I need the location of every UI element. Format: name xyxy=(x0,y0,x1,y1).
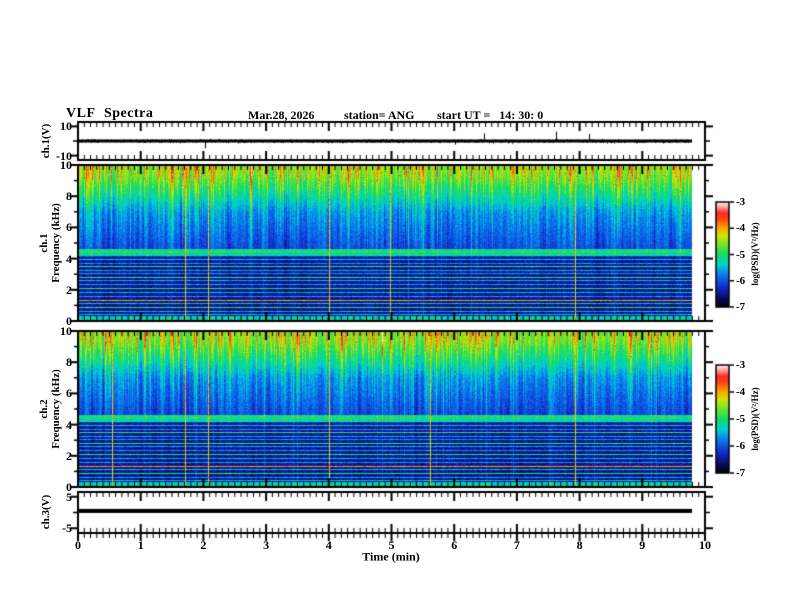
y-tick-label-ch1-freq: 4 xyxy=(66,251,72,266)
ch1-spectrogram-channel-label: ch.1 xyxy=(38,233,50,253)
y-tick-label-ch2-freq: 0 xyxy=(66,480,72,494)
colorbar-tick-label: -5 xyxy=(736,413,746,425)
x-tick-label: 1 xyxy=(137,538,144,552)
colorbar-tick-label: -4 xyxy=(736,386,746,398)
colorbar-tick-label: -7 xyxy=(736,301,746,313)
ch2-spectrogram-channel-label: ch.2 xyxy=(38,399,50,419)
colorbar-tick-label: -7 xyxy=(736,467,746,479)
start-ut-label: start UT = 14: 30: 0 xyxy=(437,108,544,122)
colorbar-tick-label: -4 xyxy=(736,222,746,235)
x-tick-label: 6 xyxy=(451,538,458,552)
y-tick-label-ch3v: -5 xyxy=(62,521,72,536)
y-tick-label-ch1-freq: 10 xyxy=(60,158,72,172)
x-tick-label: 3 xyxy=(263,538,270,552)
x-tick-label: 5 xyxy=(388,538,395,552)
y-tick-label-ch1-freq: 2 xyxy=(66,282,72,297)
colorbar-tick-label: -6 xyxy=(736,440,746,452)
x-tick-label: 8 xyxy=(576,538,583,552)
vlf-spectra-figure: VLF Spectra Mar.28, 2026 station= ANG st… xyxy=(0,0,792,612)
colorbar-tick-label: -3 xyxy=(736,359,746,371)
ch2-frequency-axis-label: Frequency (kHz) xyxy=(50,369,62,449)
x-tick-label: 2 xyxy=(200,538,207,552)
y-tick-label-ch1-freq: 8 xyxy=(66,189,72,204)
spectra-plot-canvas xyxy=(0,0,792,612)
colorbar-tick-label: -3 xyxy=(736,196,746,208)
y-tick-label-ch2-freq: 10 xyxy=(60,324,72,338)
x-tick-label: 4 xyxy=(325,538,332,552)
y-tick-label-ch2-freq: 4 xyxy=(66,417,72,432)
x-tick-label: 0 xyxy=(75,538,81,552)
date-label: Mar.28, 2026 xyxy=(248,108,315,122)
colorbar-tick-label: -5 xyxy=(736,248,746,261)
ch1-frequency-axis-label: Frequency (kHz) xyxy=(50,203,62,283)
x-tick-label: 10 xyxy=(699,538,711,552)
y-tick-label-ch2-freq: 2 xyxy=(66,448,72,463)
page-title: VLF Spectra xyxy=(66,106,154,121)
y-tick-label-ch1-freq: 6 xyxy=(66,220,72,235)
y-tick-label-ch2-freq: 6 xyxy=(66,386,72,401)
station-label: station= ANG xyxy=(344,108,415,122)
colorbar-tick-label: -6 xyxy=(736,274,746,287)
x-tick-label: 9 xyxy=(639,538,646,552)
y-tick-label-ch2-freq: 8 xyxy=(66,355,72,370)
y-tick-label-ch1v: 10 xyxy=(60,119,72,134)
x-tick-label: 7 xyxy=(513,538,520,552)
